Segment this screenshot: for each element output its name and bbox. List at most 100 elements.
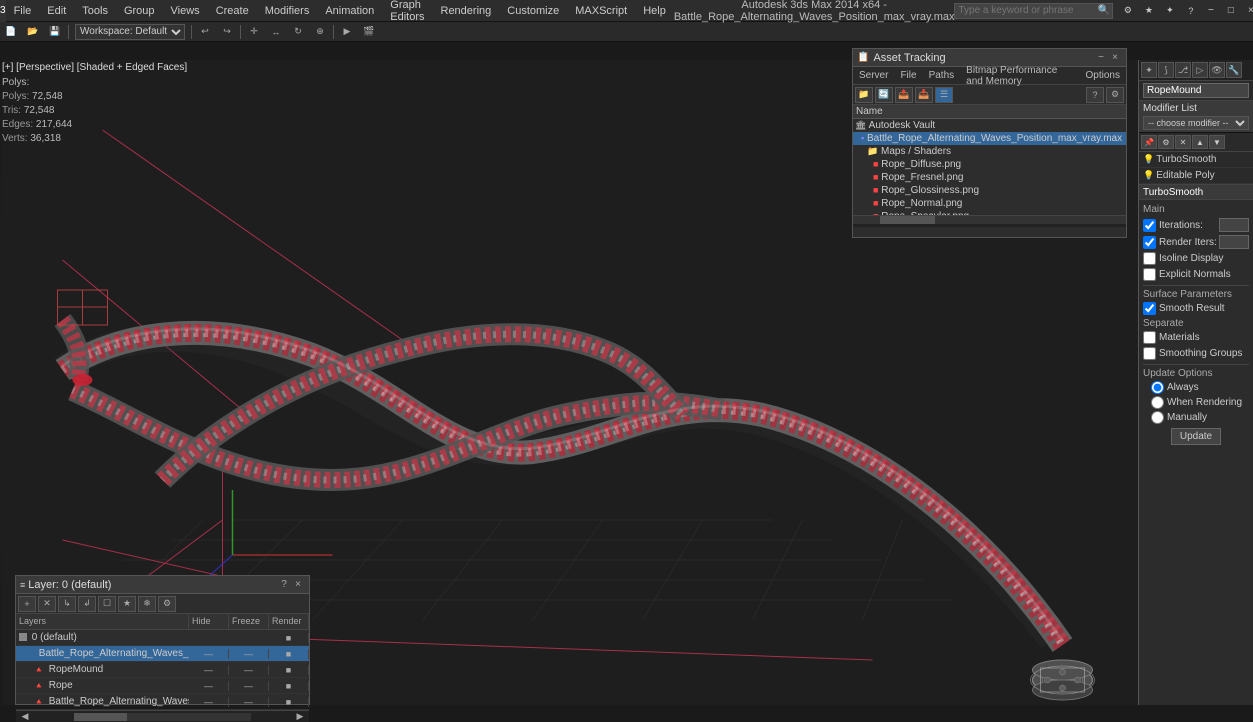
mod-configure-btn[interactable]: ⚙ [1158,135,1174,149]
tb-rotate[interactable]: ↻ [288,23,308,41]
icon-btn-2[interactable]: ★ [1139,0,1159,22]
tb-render-frame[interactable]: 🎬 [359,23,379,41]
search-box[interactable]: 🔍 [954,3,1112,19]
lp-tb-delete[interactable]: ✕ [38,596,56,612]
tb-undo[interactable]: ↩ [195,23,215,41]
layer-cell-hide-rope[interactable]: — [189,649,229,659]
modifier-entry-turbosmoothh[interactable]: 💡 TurboSmooth [1139,152,1253,168]
at-tb-btn1[interactable]: 📁 [855,87,873,103]
at-close-btn[interactable]: × [1108,51,1122,65]
layer-cell-hide-rope2[interactable]: — [189,681,229,691]
layer-cell-freeze-ropemound[interactable]: — [229,665,269,675]
ts-render-iters-check[interactable] [1143,236,1156,249]
panel-icon-modify[interactable]: ⟆ [1158,62,1174,78]
at-help-btn[interactable]: ? [1086,87,1104,103]
layer-cell-render-rope[interactable]: ■ [269,649,309,659]
layer-row-ropemound[interactable]: 🔺 RopeMound — — ■ [16,662,309,678]
panel-icon-utilities[interactable]: 🔧 [1226,62,1242,78]
layer-cell-hide-battle2[interactable]: — [189,697,229,707]
minimize-button[interactable]: − [1201,0,1221,22]
tb-move[interactable]: ↔ [266,23,286,41]
menu-views[interactable]: Views [163,0,208,21]
lp-scroll-left[interactable]: ◀ [16,711,34,722]
menu-file[interactable]: File [6,0,40,21]
tb-scale[interactable]: ⊕ [310,23,330,41]
lp-col-freeze[interactable]: Freeze [229,614,269,629]
layer-cell-freeze-battle2[interactable]: — [229,697,269,707]
tb-select[interactable]: ✛ [244,23,264,41]
layer-row-rope[interactable]: 🔺 Rope — — ■ [16,678,309,694]
lp-tb-select[interactable]: ☐ [98,596,116,612]
lp-scroll-right[interactable]: ▶ [291,711,309,722]
layer-cell-freeze-rope2[interactable]: — [229,681,269,691]
tb-render[interactable]: ▶ [337,23,357,41]
at-menu-bitmap[interactable]: Bitmap Performance and Memory [960,67,1079,84]
tb-redo[interactable]: ↪ [217,23,237,41]
ts-when-rendering-radio[interactable] [1151,396,1164,409]
menu-graph-editors[interactable]: Graph Editors [382,0,432,21]
at-tb-btn2[interactable]: 🔄 [875,87,893,103]
ts-smoothing-groups-check[interactable] [1143,347,1156,360]
lp-close-btn[interactable]: × [291,578,305,592]
lp-tb-properties[interactable]: ⚙ [158,596,176,612]
at-menu-paths[interactable]: Paths [923,67,961,84]
menu-maxscript[interactable]: MAXScript [567,0,635,21]
lp-tb-add[interactable]: ↳ [58,596,76,612]
at-tb-btn4[interactable]: 📥 [915,87,933,103]
at-tb-btn3[interactable]: 📤 [895,87,913,103]
layer-cell-freeze-rope[interactable]: — [229,649,269,659]
menu-customize[interactable]: Customize [499,0,567,21]
at-menu-file[interactable]: File [894,67,922,84]
tb-open[interactable]: 📂 [23,23,43,41]
mod-delete-btn[interactable]: ✕ [1175,135,1191,149]
menu-group[interactable]: Group [116,0,163,21]
menu-help[interactable]: Help [635,0,674,21]
lp-tb-remove[interactable]: ↲ [78,596,96,612]
lp-tb-freeze[interactable]: ❄ [138,596,156,612]
layer-cell-render-default[interactable]: ■ [269,633,309,643]
menu-tools[interactable]: Tools [74,0,116,21]
menu-animation[interactable]: Animation [317,0,382,21]
ts-render-iters-input[interactable]: 0 [1219,235,1249,249]
menu-modifiers[interactable]: Modifiers [257,0,318,21]
object-name-field[interactable]: RopeMound [1143,83,1249,98]
layer-row-battle-rope2[interactable]: 🔺 Battle_Rope_Alternating_Waves_Position… [16,694,309,710]
menu-edit[interactable]: Edit [39,0,74,21]
panel-icon-hierarchy[interactable]: ⎇ [1175,62,1191,78]
ts-isoline-check[interactable] [1143,252,1156,265]
search-input[interactable] [955,5,1095,16]
panel-icon-display[interactable]: 👁 [1209,62,1225,78]
maximize-button[interactable]: □ [1221,0,1241,22]
layer-cell-render-ropemound[interactable]: ■ [269,665,309,675]
icon-btn-1[interactable]: ⚙ [1118,0,1138,22]
mod-up-btn[interactable]: ▲ [1192,135,1208,149]
modifier-dropdown[interactable]: -- choose modifier -- [1143,116,1249,130]
asset-tracking-panel[interactable]: 📋 Asset Tracking − × Server File Paths B… [852,48,1127,238]
panel-icon-create[interactable]: ✦ [1141,62,1157,78]
at-menu-options[interactable]: Options [1080,67,1126,84]
menu-rendering[interactable]: Rendering [433,0,500,21]
layer-panel[interactable]: ≡ Layer: 0 (default) ? × + ✕ ↳ ↲ ☐ ★ ❄ ⚙… [15,575,310,705]
ts-explicit-check[interactable] [1143,268,1156,281]
workspace-select[interactable]: Workspace: Default [75,24,185,40]
close-button[interactable]: × [1241,0,1253,22]
ts-materials-check[interactable] [1143,331,1156,344]
at-col-name[interactable]: Name [853,105,1125,119]
tb-new[interactable]: 📄 [1,23,21,41]
layer-cell-hide-ropemound[interactable]: — [189,665,229,675]
help-icon[interactable]: ? [1181,0,1201,22]
lp-scrollbar[interactable]: ◀ ▶ [16,710,309,722]
modifier-entry-editablepoly[interactable]: 💡 Editable Poly [1139,168,1253,184]
at-col-status[interactable]: Status [1125,105,1126,119]
update-button[interactable]: Update [1171,428,1221,445]
layer-row-default[interactable]: 0 (default) ■ [16,630,309,646]
layer-cell-render-rope2[interactable]: ■ [269,681,309,691]
panel-icon-motion[interactable]: ▷ [1192,62,1208,78]
layer-row-battle-rope[interactable]: Battle_Rope_Alternating_Waves_Position —… [16,646,309,662]
ts-always-radio[interactable] [1151,381,1164,394]
layer-cell-render-battle2[interactable]: ■ [269,697,309,707]
mod-pin-btn[interactable]: 📌 [1141,135,1157,149]
ts-iterations-input[interactable]: 0 [1219,218,1249,232]
lp-question-btn[interactable]: ? [277,578,291,592]
icon-btn-3[interactable]: ✦ [1160,0,1180,22]
